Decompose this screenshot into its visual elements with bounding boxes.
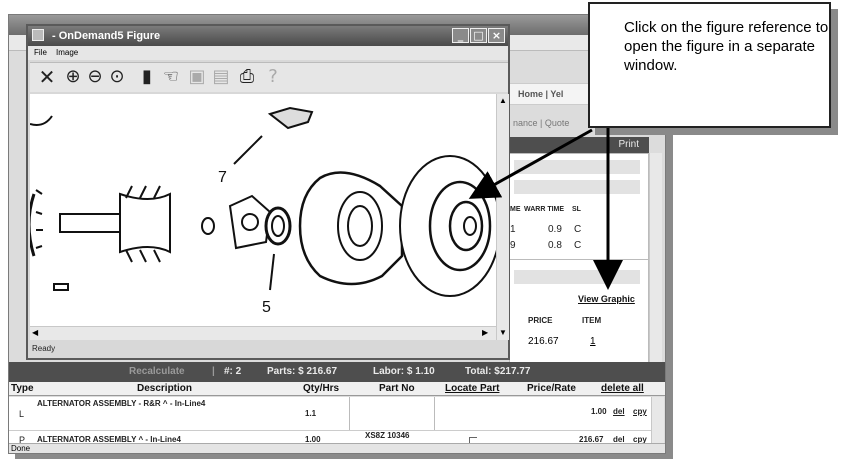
arrow-to-figure	[468, 128, 593, 199]
arrows-overlay	[468, 128, 623, 290]
